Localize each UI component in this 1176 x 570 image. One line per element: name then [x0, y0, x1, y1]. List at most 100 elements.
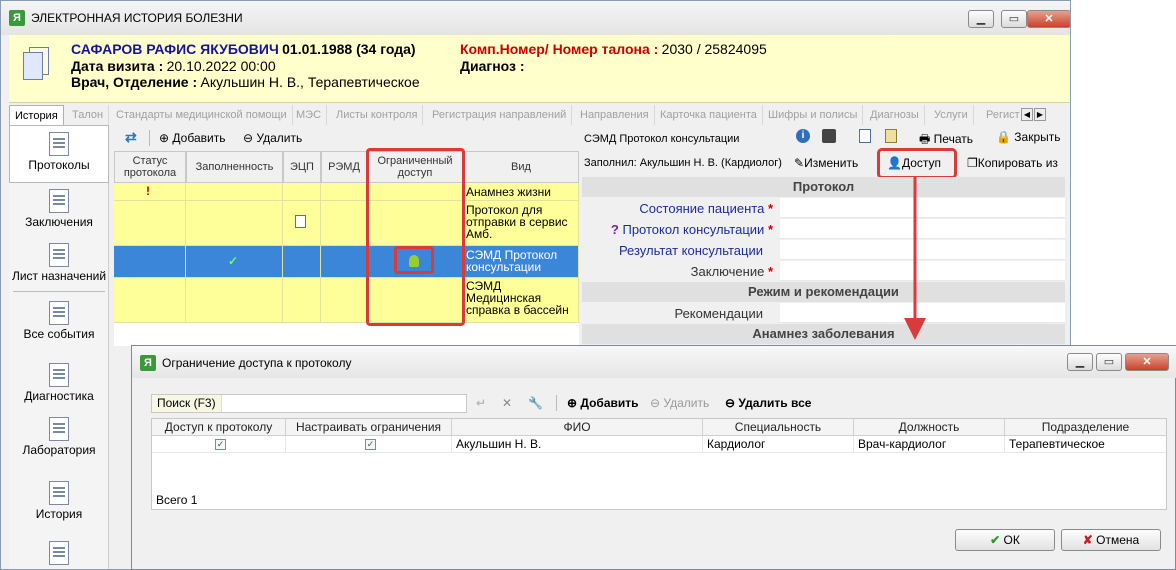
- tab-referral-registration[interactable]: Регистрация направлений: [427, 105, 573, 125]
- table-row[interactable]: ! Анамнез жизни: [114, 183, 579, 201]
- access-button[interactable]: 👤Доступ: [887, 156, 941, 170]
- tab-diagnoses[interactable]: Диагнозы: [865, 105, 925, 125]
- col-access[interactable]: Доступ к протоколу: [152, 419, 286, 436]
- check-icon: ✓: [228, 254, 239, 268]
- enter-icon[interactable]: ↵: [476, 396, 486, 410]
- refresh-icon[interactable]: ⇄: [125, 129, 137, 146]
- col-ecp[interactable]: ЭЦП: [283, 151, 321, 183]
- configure-checkbox-cell[interactable]: ✓: [286, 436, 452, 453]
- sidebar-label: Все события: [23, 327, 95, 341]
- maximize-button[interactable]: ▭: [1001, 10, 1027, 28]
- col-configure[interactable]: Настраивать ограничения: [286, 419, 452, 436]
- access-table: Доступ к протоколу Настраивать ограничен…: [151, 418, 1167, 510]
- field-label: Состояние пациента: [639, 201, 765, 216]
- visit-label: Дата визита :: [71, 58, 164, 74]
- edit-button[interactable]: ✎Изменить: [794, 156, 858, 170]
- row-kind: Протокол для отправки в сервис Амб.: [463, 201, 579, 246]
- cancel-label: Отмена: [1096, 533, 1140, 547]
- tab-control-lists[interactable]: Листы контроля: [331, 105, 424, 125]
- dialog-title: Ограничение доступа к протоколу: [162, 356, 352, 370]
- minimize-button[interactable]: ▁: [968, 10, 994, 28]
- search-input[interactable]: Поиск (F3): [151, 394, 467, 413]
- delete-all-button[interactable]: ⊖ Удалить все: [725, 396, 811, 410]
- row-kind: Анамнез жизни: [463, 183, 579, 201]
- sidebar: Протоколы Заключения Лист назначений Все…: [9, 125, 109, 569]
- col-position[interactable]: Должность: [854, 419, 1005, 436]
- col-filled[interactable]: Заполненность: [186, 151, 283, 183]
- clear-icon[interactable]: ✕: [502, 396, 512, 410]
- sidebar-item-history[interactable]: История: [9, 475, 109, 533]
- dialog-delete-button[interactable]: ⊖ Удалить: [650, 396, 709, 410]
- col-fio[interactable]: ФИО: [452, 419, 703, 436]
- dialog-minimize-button[interactable]: ▁: [1067, 353, 1093, 371]
- field-label: Протокол консультации: [622, 222, 765, 237]
- col-remd[interactable]: РЭМД: [321, 151, 367, 183]
- sidebar-item-laboratory[interactable]: Лаборатория: [9, 411, 109, 469]
- tab-patient-card[interactable]: Карточка пациента: [655, 105, 763, 125]
- tab-scroll-left-button[interactable]: ◀: [1021, 108, 1033, 121]
- access-label: Доступ: [901, 156, 942, 170]
- row-department: Терапевтическое: [1005, 436, 1166, 453]
- tab-referrals[interactable]: Направления: [575, 105, 655, 125]
- delete-button[interactable]: ⊖ Удалить: [243, 131, 302, 145]
- close-button[interactable]: ✕: [1027, 10, 1070, 28]
- cancel-button[interactable]: ✘ Отмена: [1061, 529, 1161, 551]
- sidebar-item-conclusions[interactable]: Заключения: [9, 183, 109, 241]
- col-kind[interactable]: Вид: [463, 151, 579, 183]
- sidebar-item-prescriptions[interactable]: Лист назначений: [9, 237, 109, 295]
- save-icon[interactable]: [822, 129, 836, 143]
- events-icon: [49, 301, 69, 325]
- row-fio: Акульшин Н. В.: [452, 436, 703, 453]
- sidebar-item-all-events[interactable]: Все события: [9, 295, 109, 353]
- copy-icon[interactable]: [859, 129, 871, 143]
- table-row[interactable]: Протокол для отправки в сервис Амб.: [114, 201, 579, 246]
- info-icon[interactable]: i: [796, 129, 810, 143]
- col-department[interactable]: Подразделение: [1005, 419, 1166, 436]
- tab-talon[interactable]: Талон: [67, 105, 110, 125]
- ok-label: ОК: [1003, 533, 1020, 547]
- add-button[interactable]: ⊕ Добавить: [159, 131, 225, 145]
- diagnosis-label: Диагноз :: [460, 58, 525, 74]
- close-document-button[interactable]: 🔒 Закрыть: [996, 130, 1061, 144]
- prescription-icon: [49, 243, 69, 267]
- comp-number-label: Комп.Номер/ Номер талона :: [460, 41, 659, 57]
- sidebar-label: Лаборатория: [22, 443, 96, 457]
- table-row[interactable]: СЭМД Медицинская справка в бассейн: [114, 278, 579, 323]
- dialog-add-button[interactable]: ⊕ Добавить: [567, 396, 639, 410]
- title-bar: Я ЭЛЕКТРОННАЯ ИСТОРИЯ БОЛЕЗНИ ▁ ▭ ✕: [1, 1, 1070, 35]
- delete-label: Удалить: [663, 396, 710, 410]
- access-restriction-dialog: Я Ограничение доступа к протоколу ▁ ▭ ✕ …: [131, 345, 1176, 570]
- copy-from-button[interactable]: ❐Копировать из: [967, 156, 1058, 170]
- edit-icon: ✎: [794, 156, 805, 170]
- configure-checkbox[interactable]: ✓: [365, 439, 376, 450]
- tab-history[interactable]: История: [9, 105, 64, 125]
- paste-icon[interactable]: [885, 129, 897, 143]
- table-row-selected[interactable]: ✓ СЭМД Протокол консультации: [114, 246, 579, 278]
- dialog-close-button[interactable]: ✕: [1125, 353, 1169, 371]
- col-specialty[interactable]: Специальность: [703, 419, 854, 436]
- sidebar-divider: [13, 291, 105, 292]
- tab-mes[interactable]: МЭС: [291, 105, 328, 125]
- diagnostics-icon: [49, 363, 69, 387]
- ok-button[interactable]: ✔ ОК: [955, 529, 1055, 551]
- protocol-icon: [49, 132, 69, 156]
- sidebar-item-more[interactable]: [9, 535, 109, 569]
- access-checkbox[interactable]: ✓: [215, 439, 226, 450]
- dialog-maximize-button[interactable]: ▭: [1096, 353, 1122, 371]
- minus-icon: ⊖: [725, 396, 736, 410]
- sidebar-item-protocols[interactable]: Протоколы: [9, 125, 109, 183]
- tab-standards[interactable]: Стандарты медицинской помощи: [111, 105, 293, 125]
- app-icon: Я: [140, 355, 156, 371]
- field-label: Рекомендации: [674, 306, 763, 321]
- tab-codes-policies[interactable]: Шифры и полисы: [763, 105, 864, 125]
- tab-regist[interactable]: Регист: [981, 105, 1025, 125]
- user-icon: [49, 541, 69, 565]
- tab-services[interactable]: Услуги: [929, 105, 974, 125]
- tab-scroll-right-button[interactable]: ▶: [1034, 108, 1046, 121]
- check-icon: ✔: [990, 533, 1001, 547]
- patient-dob: 01.01.1988 (34 года): [282, 41, 416, 57]
- wrench-icon[interactable]: 🔧: [528, 396, 543, 410]
- col-status[interactable]: Статус протокола: [114, 151, 186, 183]
- sidebar-item-diagnostics[interactable]: Диагностика: [9, 357, 109, 415]
- access-checkbox-cell[interactable]: ✓: [152, 436, 286, 453]
